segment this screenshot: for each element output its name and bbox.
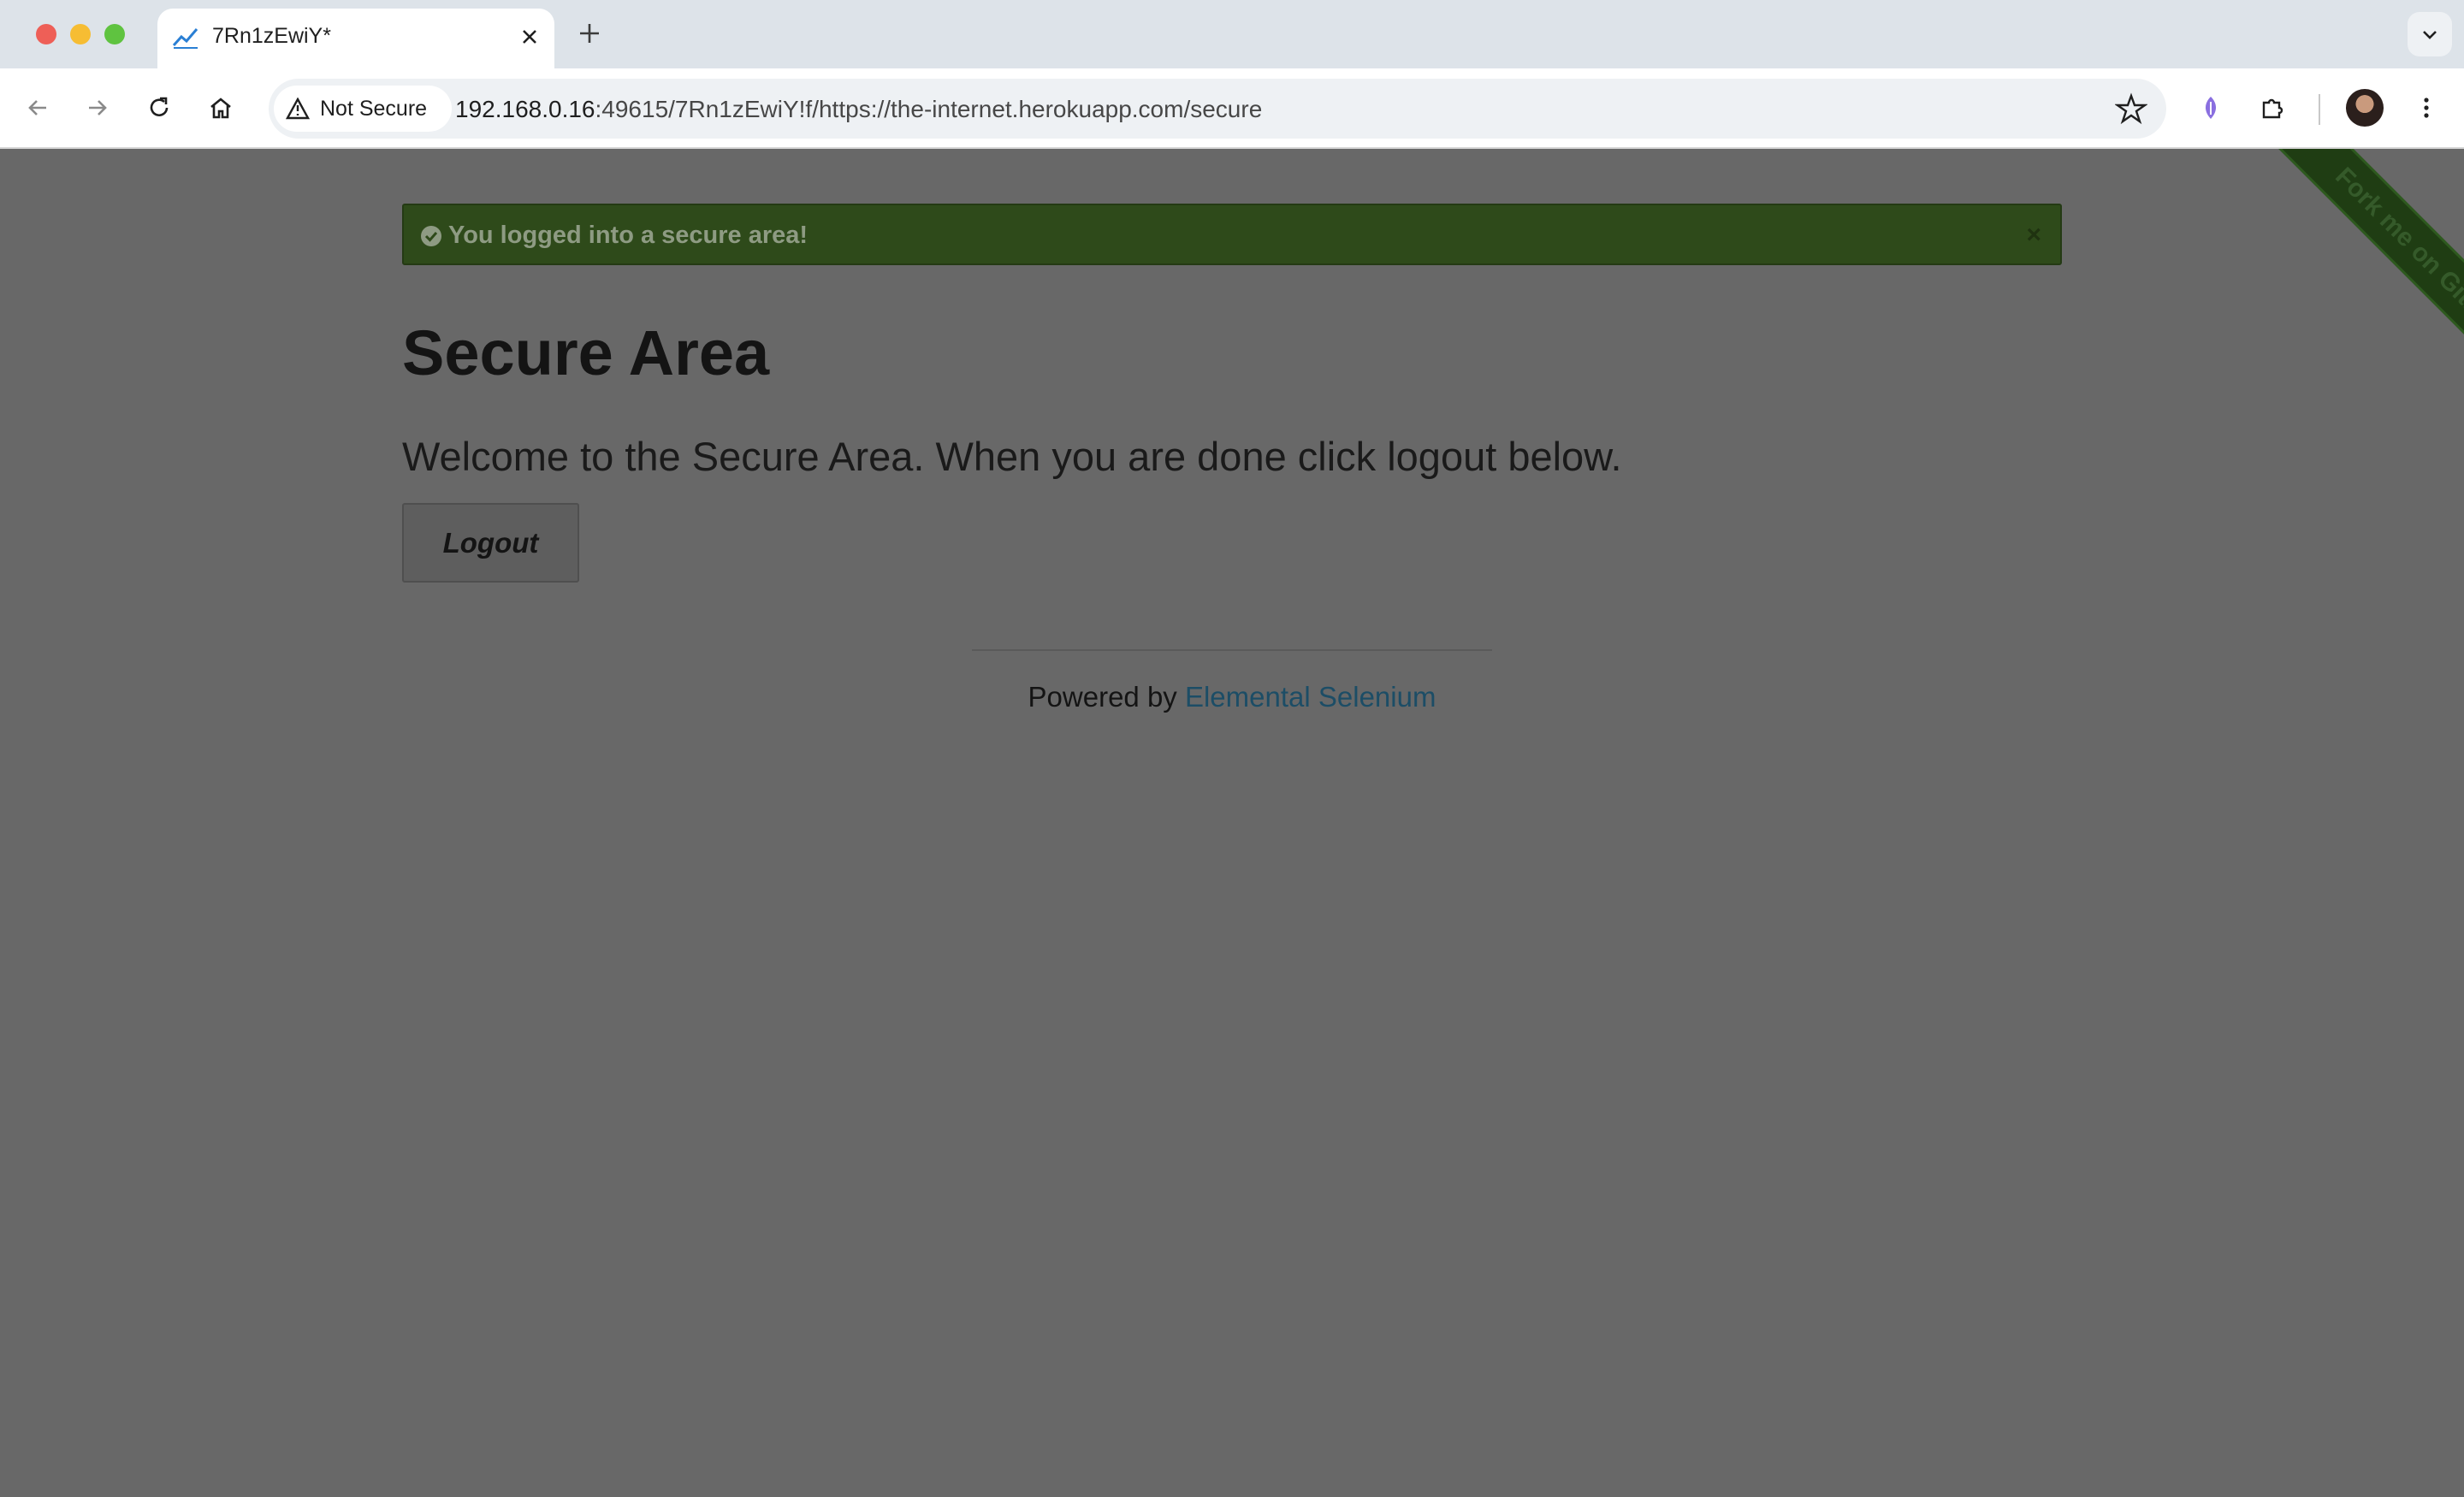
arrow-right-icon bbox=[89, 100, 107, 115]
flash-text: You logged into a secure area! bbox=[448, 222, 808, 249]
extensions-button[interactable] bbox=[2252, 87, 2293, 128]
extension-logo-icon bbox=[2205, 97, 2217, 119]
check-circle-icon bbox=[421, 226, 441, 246]
new-tab-icon[interactable] bbox=[577, 21, 602, 46]
subheader: Welcome to the Secure Area. When you are… bbox=[402, 434, 1622, 479]
security-label: Not Secure bbox=[320, 97, 428, 121]
extension-button[interactable] bbox=[2190, 87, 2231, 128]
reload-icon bbox=[150, 97, 169, 116]
home-button[interactable] bbox=[200, 87, 241, 128]
toolbar-divider bbox=[2319, 94, 2320, 125]
browser-toolbar: Not Secure 192.168.0.16:49615/7Rn1zEwiY!… bbox=[0, 68, 2464, 149]
elemental-selenium-link[interactable]: Elemental Selenium bbox=[1185, 681, 1436, 713]
profile-avatar[interactable] bbox=[2346, 89, 2384, 127]
fork-on-github-ribbon[interactable]: Fork me on GitHub bbox=[2245, 149, 2464, 430]
tab-close-icon[interactable] bbox=[518, 26, 541, 48]
arrow-left-icon bbox=[28, 100, 46, 115]
page-footer: Powered by Elemental Selenium bbox=[0, 681, 2464, 713]
browser-menu-button[interactable] bbox=[2406, 87, 2447, 128]
home-icon bbox=[210, 98, 231, 119]
reload-button[interactable] bbox=[139, 87, 180, 128]
tab-search-button[interactable] bbox=[2408, 12, 2452, 56]
footer-prefix: Powered by bbox=[1028, 681, 1177, 713]
tab-title: 7Rn1zEwiY* bbox=[212, 24, 331, 48]
address-bar[interactable]: Not Secure 192.168.0.16:49615/7Rn1zEwiY!… bbox=[269, 79, 2166, 139]
logout-button[interactable]: Logout bbox=[402, 503, 579, 583]
puzzle-icon bbox=[2262, 98, 2283, 119]
warning-icon bbox=[286, 98, 310, 120]
flash-success-message: You logged into a secure area! × bbox=[402, 204, 2062, 265]
forward-button[interactable] bbox=[77, 87, 118, 128]
page-title: Secure Area bbox=[402, 317, 770, 388]
chevron-down-icon bbox=[2423, 31, 2437, 39]
minimize-window-button[interactable] bbox=[70, 24, 91, 44]
maximize-window-button[interactable] bbox=[104, 24, 125, 44]
security-chip[interactable]: Not Secure bbox=[274, 86, 452, 132]
page-viewport: You logged into a secure area! × Secure … bbox=[0, 149, 2464, 1497]
flash-close-button[interactable]: × bbox=[2026, 221, 2041, 250]
browser-tab-active[interactable]: 7Rn1zEwiY* bbox=[157, 9, 554, 68]
url-text[interactable]: 192.168.0.16:49615/7Rn1zEwiY!f/https://t… bbox=[455, 96, 1262, 123]
url-host: 192.168.0.16 bbox=[455, 96, 595, 122]
close-window-button[interactable] bbox=[36, 24, 56, 44]
footer-divider bbox=[972, 649, 1492, 651]
bookmark-star-icon[interactable] bbox=[2115, 92, 2147, 125]
chart-favicon-icon bbox=[172, 28, 198, 49]
url-path: :49615/7Rn1zEwiY!f/https://the-internet.… bbox=[595, 96, 1263, 122]
back-button[interactable] bbox=[17, 87, 58, 128]
fork-ribbon-label: Fork me on GitHub bbox=[2330, 162, 2464, 346]
browser-tabstrip: 7Rn1zEwiY* bbox=[0, 0, 2464, 68]
more-vertical-icon bbox=[2424, 98, 2429, 118]
